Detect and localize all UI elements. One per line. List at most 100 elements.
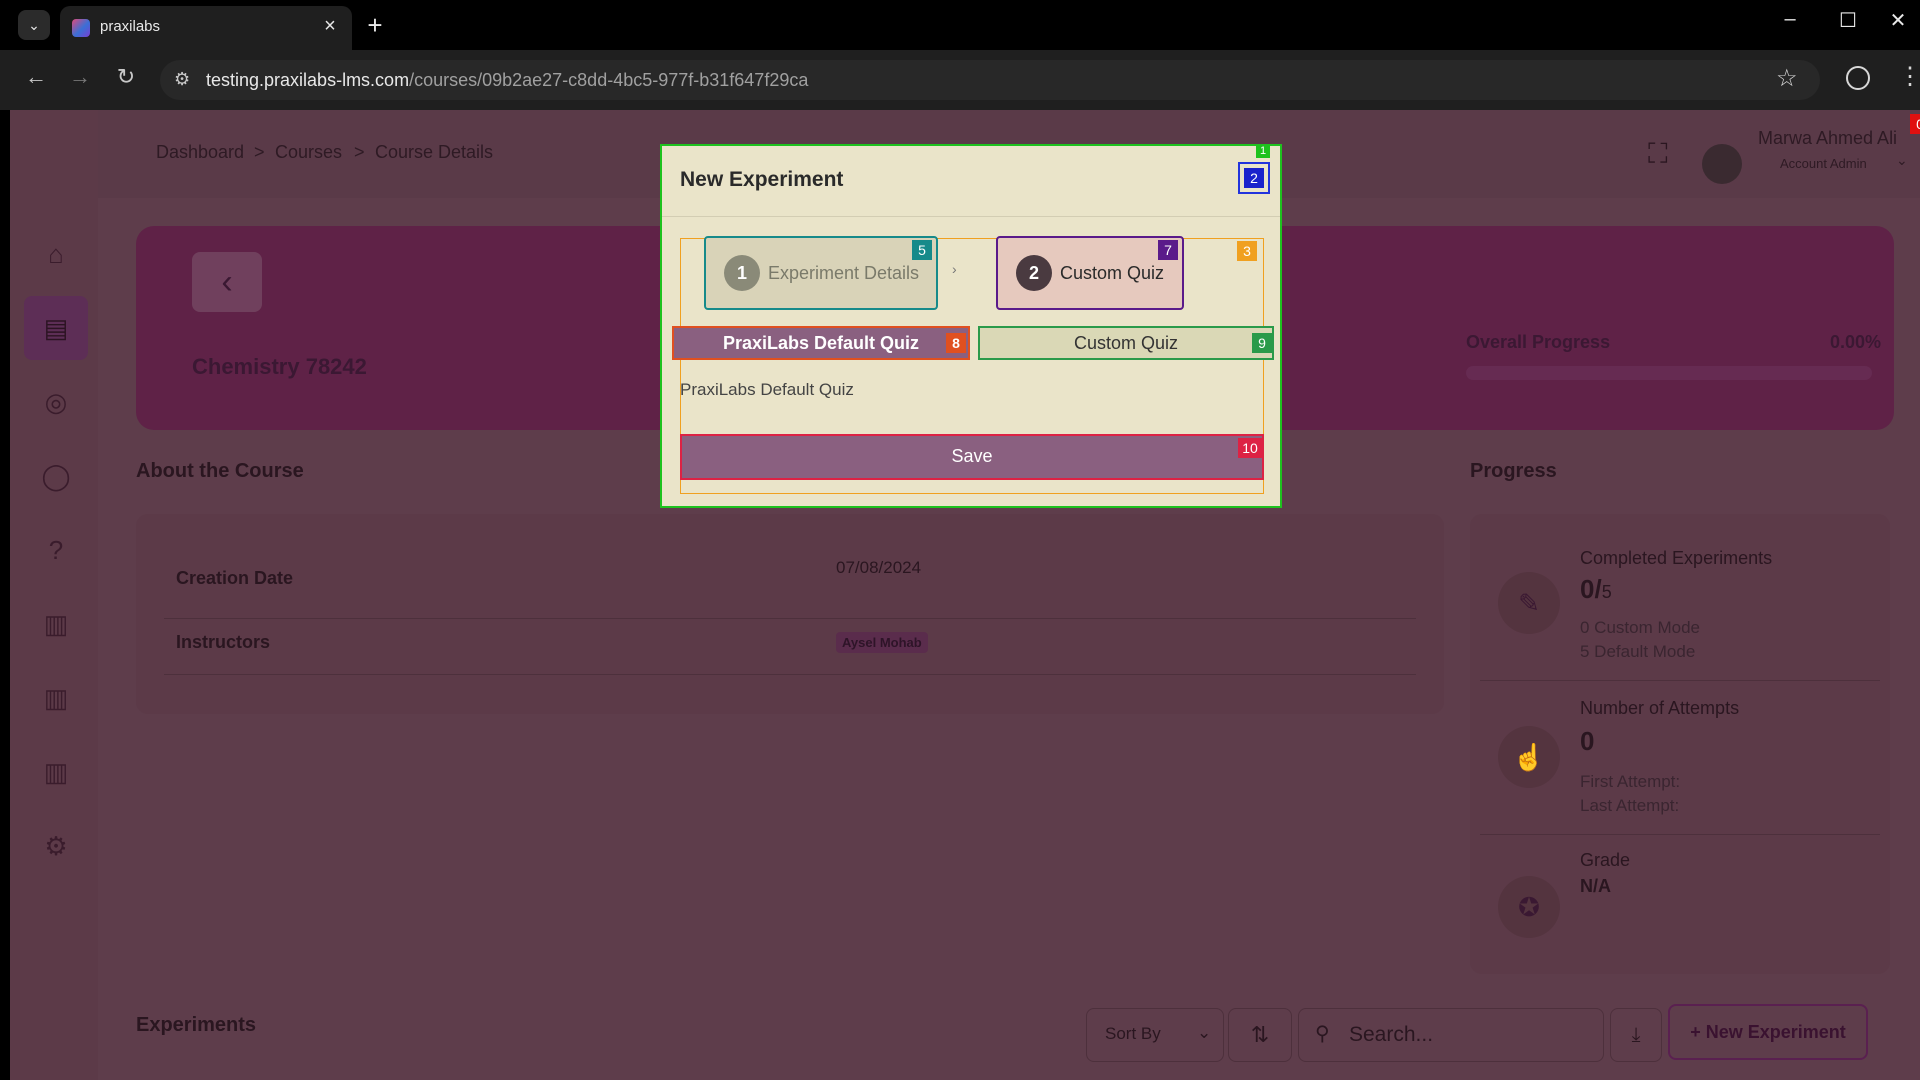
browser-toolbar: ← → ↻ ⚙ testing.praxilabs-lms.com/course…: [0, 50, 1920, 110]
breadcrumb-dashboard[interactable]: Dashboard: [156, 142, 244, 163]
report-file-icon-2[interactable]: ▥: [24, 666, 88, 730]
overall-progress-bar: [1466, 366, 1872, 380]
sort-by-label: Sort By: [1105, 1024, 1161, 1043]
site-info-icon[interactable]: ⚙: [174, 69, 190, 90]
breadcrumb-separator: >: [254, 142, 265, 162]
download-icon: ⤓: [1631, 1024, 1641, 1046]
report-file-icon[interactable]: ▥: [24, 592, 88, 656]
reload-icon[interactable]: ↻: [110, 64, 142, 90]
experiments-title: Experiments: [136, 1014, 257, 1036]
search-input[interactable]: ⚲ Search...: [1298, 1008, 1604, 1062]
back-button[interactable]: ‹: [192, 252, 262, 312]
creation-date-value: 07/08/2024: [836, 558, 922, 577]
overall-progress-label: Overall Progress: [1466, 332, 1611, 352]
grade-label: Grade: [1580, 850, 1631, 870]
search-icon: ⚲: [1315, 1023, 1330, 1045]
row-divider: [164, 618, 1416, 619]
sidebar: ⌂ ▤ ◎ ◯ ? ▥ ▥ ▥ ⚙: [10, 110, 98, 1080]
bookmark-star-icon[interactable]: ☆: [1776, 64, 1798, 93]
row-divider: [164, 674, 1416, 675]
step-2-label: Custom Quiz: [1060, 263, 1165, 283]
creation-date-label: Creation Date: [176, 568, 294, 588]
attempts-label: Number of Attempts: [1580, 698, 1740, 718]
step-1-label: Experiment Details: [768, 263, 920, 283]
tab-praxilabs-default-quiz[interactable]: PraxiLabs Default Quiz 8: [672, 326, 970, 360]
default-mode-count: 5 Default Mode: [1580, 642, 1696, 661]
overall-progress-value: 0.00%: [1830, 332, 1882, 352]
about-card: Creation Date 07/08/2024 Instructors Ays…: [136, 514, 1444, 714]
aperture-icon[interactable]: ◎: [24, 370, 88, 434]
sort-order-button[interactable]: ⇅: [1228, 1008, 1292, 1062]
maximize-icon[interactable]: ☐: [1828, 8, 1868, 33]
chevron-right-icon: ›: [952, 261, 957, 277]
overlay-badge: 0: [1910, 114, 1920, 134]
overlay-badge: 8: [946, 333, 966, 353]
row-divider: [1480, 834, 1880, 835]
profile-icon[interactable]: [1846, 66, 1870, 90]
search-placeholder: Search...: [1349, 1023, 1434, 1046]
completed-count: 0/: [1580, 574, 1602, 604]
help-question-icon[interactable]: ?: [24, 518, 88, 582]
modal-header-divider: [662, 216, 1280, 217]
overlay-badge: 10: [1238, 438, 1262, 458]
chevron-down-icon[interactable]: ⌄: [1896, 152, 1908, 169]
user-icon[interactable]: ◯: [24, 444, 88, 508]
fullscreen-icon[interactable]: ⛶: [1648, 138, 1674, 169]
overlay-badge: 2: [1244, 168, 1264, 188]
courses-book-icon[interactable]: ▤: [24, 296, 88, 360]
home-icon[interactable]: ⌂: [24, 222, 88, 286]
save-button[interactable]: Save 10: [680, 434, 1264, 480]
minimize-icon[interactable]: –: [1770, 8, 1810, 31]
tab-title: praxilabs: [100, 18, 161, 35]
row-divider: [1480, 680, 1880, 681]
user-name[interactable]: Marwa Ahmed Ali: [1758, 128, 1897, 149]
progress-card: ✎ Completed Experiments 0/5 0 Custom Mod…: [1470, 514, 1890, 974]
selected-quiz-label: PraxiLabs Default Quiz: [680, 380, 854, 399]
back-arrow-icon[interactable]: ←: [20, 64, 52, 90]
overlay-badge: 3: [1237, 241, 1257, 261]
browser-tab-strip: ⌄ praxilabs × + – ☐ ✕: [0, 0, 1920, 50]
tab-custom-label: Custom Quiz: [1073, 333, 1179, 353]
report-file-icon-3[interactable]: ▥: [24, 740, 88, 804]
pointer-hand-icon: ☝: [1498, 726, 1560, 788]
sort-descending-icon: ⇅: [1250, 1022, 1270, 1047]
award-ribbon-icon: ✪: [1498, 876, 1560, 938]
chevron-down-icon: ⌄: [1197, 1023, 1212, 1042]
grade-value: N/A: [1580, 876, 1611, 896]
breadcrumb-courses[interactable]: Courses: [275, 142, 342, 163]
menu-kebab-icon[interactable]: ⋮: [1898, 62, 1920, 91]
download-button[interactable]: ⤓: [1610, 1008, 1662, 1062]
settings-gear-icon[interactable]: ⚙: [24, 814, 88, 878]
step-experiment-details[interactable]: 1 Experiment Details 5: [704, 236, 938, 310]
new-experiment-button[interactable]: + New Experiment: [1668, 1004, 1868, 1060]
pencil-ruler-icon: ✎: [1498, 572, 1560, 634]
sort-by-select[interactable]: Sort By ⌄: [1086, 1008, 1224, 1062]
instructor-tag: Aysel Mohab: [836, 632, 928, 653]
tab-close-icon[interactable]: ×: [318, 15, 342, 38]
step-2-number: 2: [1016, 255, 1052, 291]
browser-tab[interactable]: praxilabs ×: [60, 6, 352, 50]
breadcrumb-course-details: Course Details: [375, 142, 494, 162]
custom-mode-count: 0 Custom Mode: [1580, 618, 1700, 637]
tab-search-button[interactable]: ⌄: [18, 10, 50, 40]
progress-title: Progress: [1470, 460, 1557, 482]
url-path: /courses/09b2ae27-c8dd-4bc5-977f-b31f647…: [409, 70, 809, 90]
instructors-label: Instructors: [176, 632, 271, 652]
url-text[interactable]: testing.praxilabs-lms.com/courses/09b2ae…: [206, 70, 808, 91]
new-experiment-modal: 1 New Experiment 2 3 1 Experiment Detail…: [660, 144, 1282, 508]
overlay-badge: 9: [1252, 333, 1272, 353]
tab-custom-quiz[interactable]: Custom Quiz 9: [978, 326, 1274, 360]
completed-experiments-label: Completed Experiments: [1580, 548, 1773, 568]
first-attempt-label: First Attempt:: [1580, 772, 1681, 791]
modal-close-button[interactable]: 2: [1238, 162, 1270, 194]
breadcrumb-separator: >: [354, 142, 365, 162]
address-bar[interactable]: ⚙ testing.praxilabs-lms.com/courses/09b2…: [160, 60, 1820, 100]
new-tab-button[interactable]: +: [360, 10, 390, 41]
window-close-icon[interactable]: ✕: [1878, 8, 1918, 33]
forward-arrow-icon[interactable]: →: [64, 64, 96, 90]
step-custom-quiz[interactable]: 2 Custom Quiz 7: [996, 236, 1184, 310]
overlay-badge: 5: [912, 240, 932, 260]
avatar[interactable]: [1702, 144, 1742, 184]
user-role: Account Admin: [1780, 156, 1867, 171]
url-host: testing.praxilabs-lms.com: [206, 70, 410, 90]
